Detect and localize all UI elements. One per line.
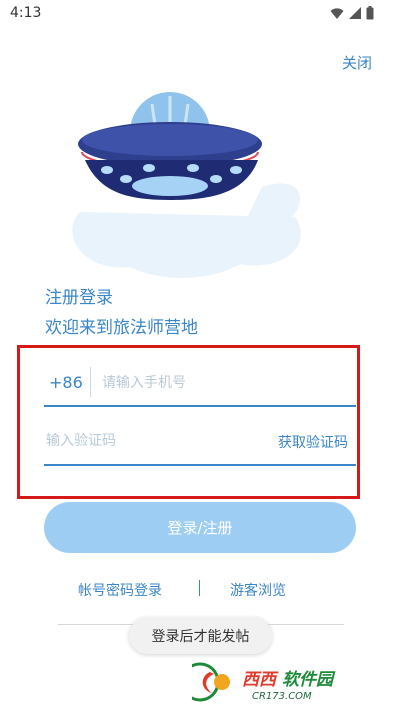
phone-underline bbox=[44, 405, 356, 407]
status-bar: 4:13 bbox=[0, 0, 400, 28]
welcome-subtitle: 欢迎来到旅法师营地 bbox=[45, 318, 198, 338]
links-separator bbox=[199, 580, 200, 596]
get-code-button[interactable]: 获取验证码 bbox=[278, 432, 348, 452]
ufo-icon bbox=[72, 92, 301, 278]
country-code-divider bbox=[90, 367, 91, 397]
country-code[interactable]: +86 bbox=[49, 373, 83, 392]
svg-text:软件园: 软件园 bbox=[282, 670, 336, 690]
signal-icon bbox=[349, 7, 361, 19]
login-button-label: 登录/注册 bbox=[167, 519, 233, 537]
battery-icon bbox=[366, 6, 374, 20]
close-button[interactable]: 关闭 bbox=[342, 52, 372, 73]
login-button[interactable]: 登录/注册 bbox=[44, 502, 356, 553]
status-time: 4:13 bbox=[10, 5, 42, 21]
svg-text:CR173.COM: CR173.COM bbox=[252, 691, 312, 702]
watermark-logo: 西西 软件园 CR173.COM bbox=[192, 662, 336, 702]
phone-input[interactable] bbox=[100, 368, 354, 398]
verification-code-input[interactable] bbox=[44, 426, 263, 456]
svg-text:西西: 西西 bbox=[242, 670, 279, 690]
toast: 登录后才能发帖 bbox=[129, 617, 272, 654]
password-login-link[interactable]: 帐号密码登录 bbox=[78, 580, 162, 600]
status-icons bbox=[330, 6, 374, 20]
code-underline bbox=[44, 464, 356, 466]
wifi-icon bbox=[330, 8, 344, 19]
toast-message: 登录后才能发帖 bbox=[151, 628, 250, 645]
page-title: 注册登录 bbox=[45, 288, 113, 308]
guest-browse-link[interactable]: 游客浏览 bbox=[230, 580, 286, 600]
